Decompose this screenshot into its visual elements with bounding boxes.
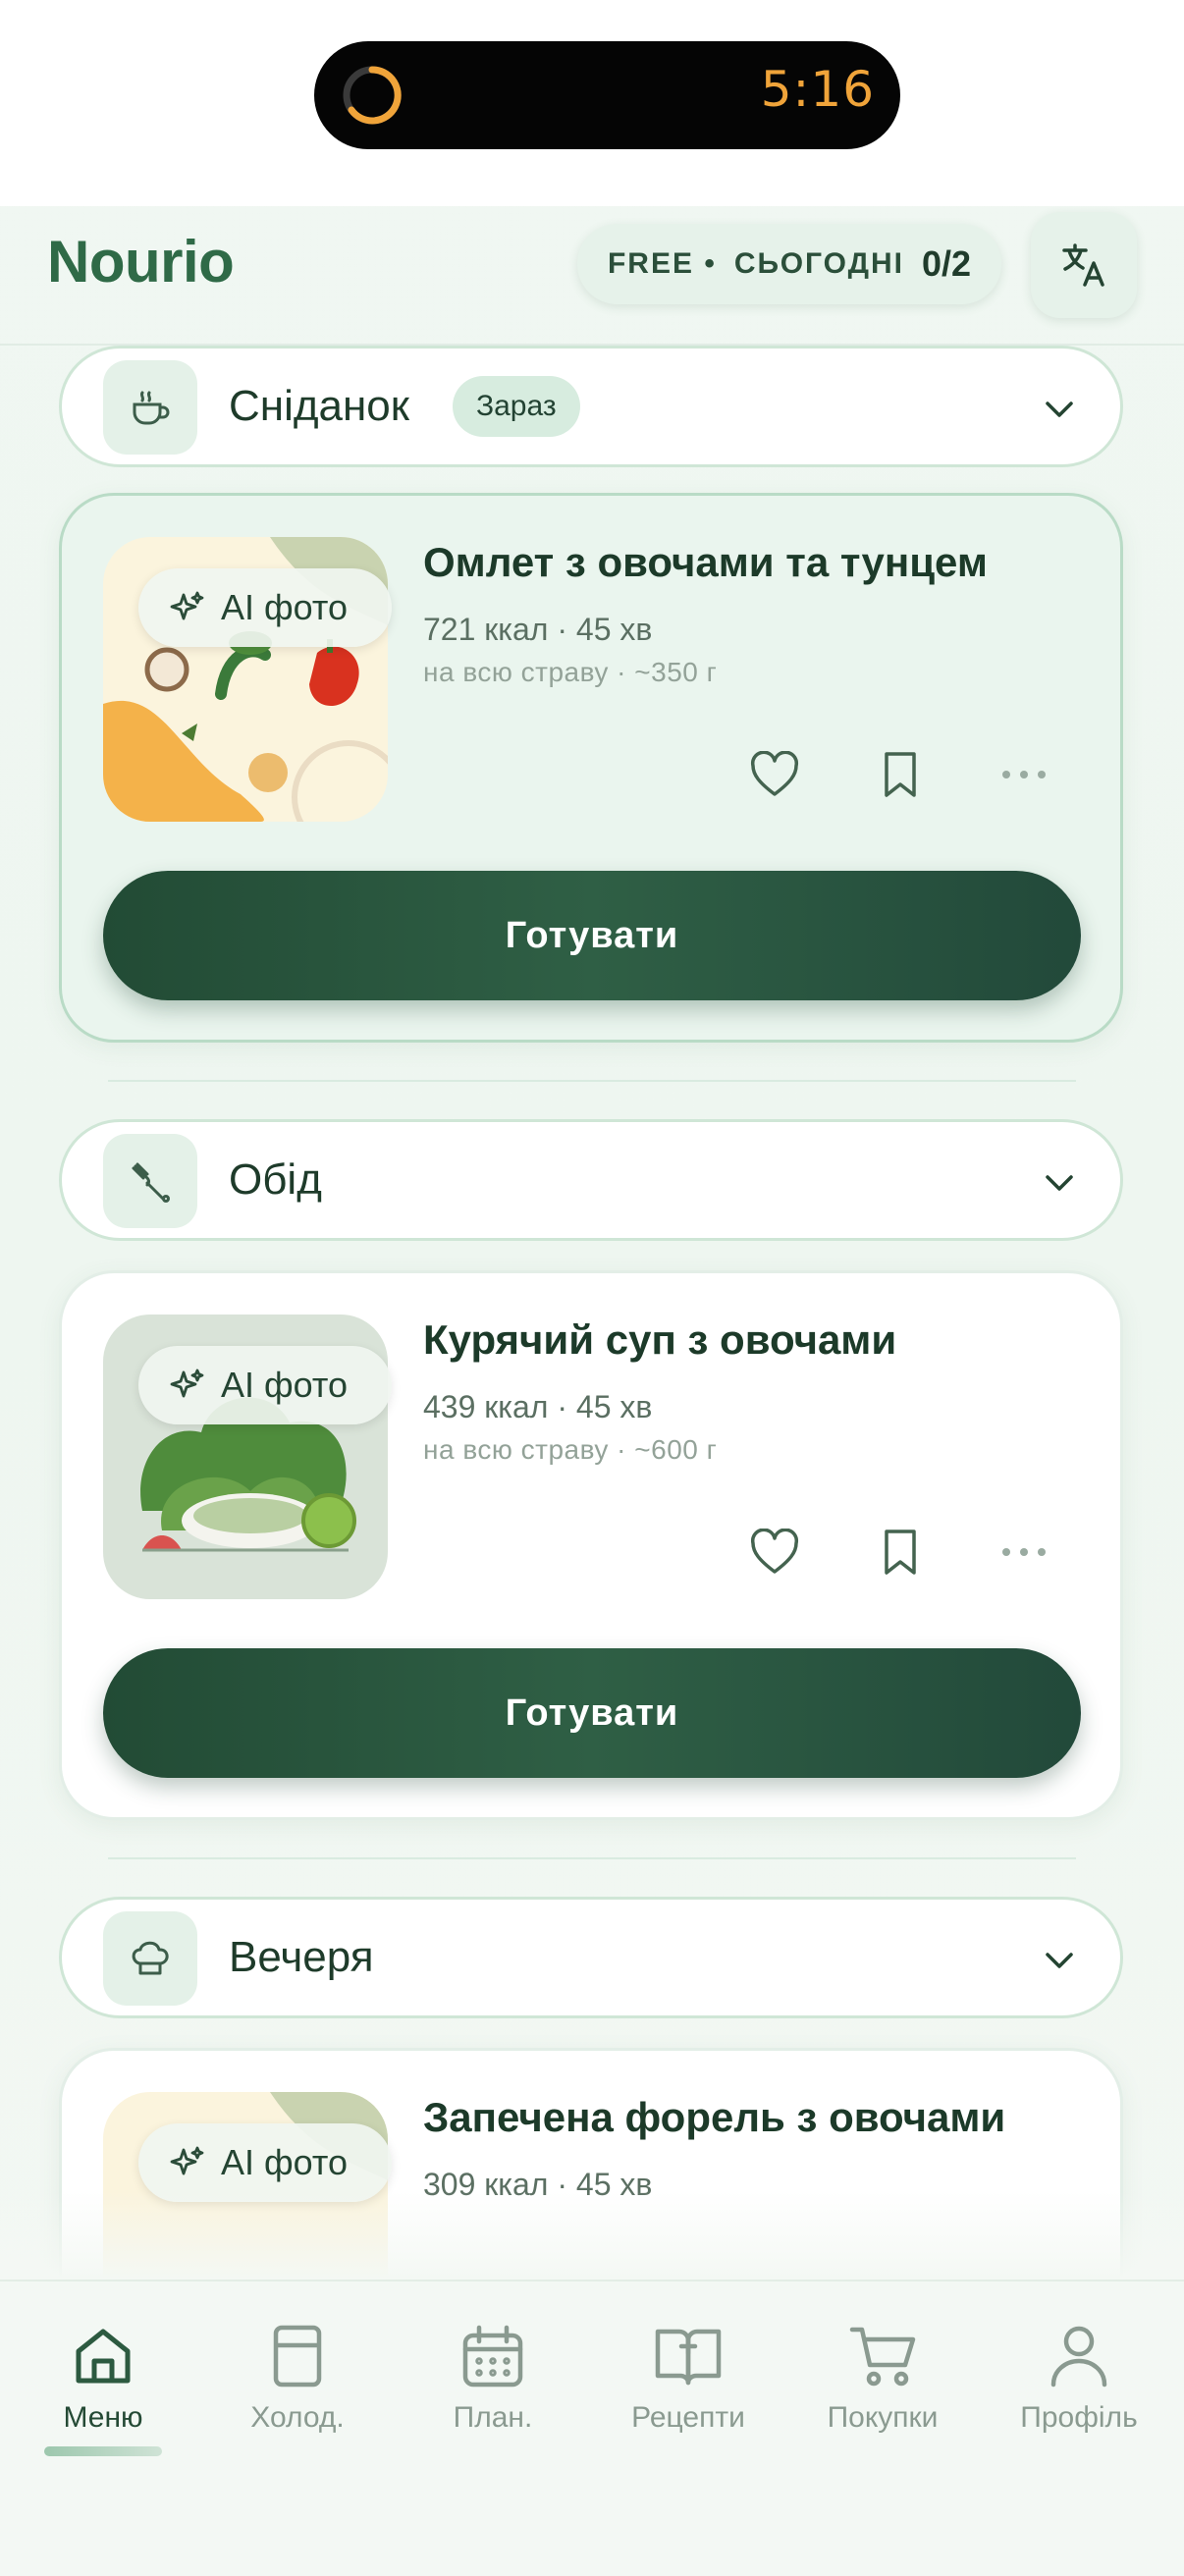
section-divider [108, 1080, 1076, 1082]
recipe-card[interactable]: AI фото Омлет з овочами та тунцем 721 кк… [59, 493, 1123, 1043]
chevron-down-icon [1046, 1175, 1073, 1191]
recipe-meta: 439 ккал · 45 хв [423, 1389, 653, 1424]
now-badge: Зараз [453, 376, 580, 437]
recipe-portion: на всю страву · ~600 г [423, 1434, 718, 1465]
sparkle-icon [170, 2146, 204, 2175]
active-tab-indicator [44, 2446, 162, 2456]
app-logo: Nourio [47, 229, 235, 295]
tab-fridge[interactable]: Холод. [199, 2317, 396, 2435]
more-dots-icon [1002, 1548, 1046, 1556]
sparkle-icon [170, 1368, 204, 1398]
favorite-button[interactable] [743, 1521, 806, 1583]
home-icon [76, 2329, 131, 2384]
heart-icon [750, 1529, 799, 1574]
dynamic-island: 5:16 [314, 41, 900, 149]
calendar-icon [462, 2325, 523, 2388]
utensils-icon [103, 1134, 197, 1228]
meal-header-lunch[interactable]: Обід [59, 1119, 1123, 1241]
translate-icon [1062, 243, 1104, 287]
ai-photo-badge: AI фото [138, 1346, 392, 1424]
status-bar: 5:16 [0, 0, 1184, 206]
ai-photo-badge: AI фото [138, 568, 392, 647]
tab-label: Меню [63, 2401, 143, 2434]
bookmark-icon [885, 752, 916, 797]
bookmark-icon [885, 1530, 916, 1575]
meal-header-breakfast[interactable]: Сніданок Зараз [59, 346, 1123, 467]
plan-usage-chip[interactable]: FREE • СЬОГОДНІ 0/2 [577, 224, 1001, 304]
fridge-icon [273, 2325, 322, 2388]
tab-label: План. [453, 2401, 533, 2434]
more-options-button[interactable] [993, 743, 1055, 806]
cook-button[interactable]: Готувати [103, 1648, 1081, 1778]
favorite-button[interactable] [743, 743, 806, 806]
meal-name: Вечеря [229, 1933, 374, 1981]
meal-name: Сніданок [229, 382, 410, 430]
recipe-title: Запечена форель з овочами [423, 2094, 1006, 2140]
tab-label: Рецепти [631, 2401, 745, 2434]
more-dots-icon [1002, 771, 1046, 778]
today-label: СЬОГОДНІ [733, 247, 904, 280]
recipe-meta: 721 ккал · 45 хв [423, 612, 653, 647]
bookmark-button[interactable] [869, 1521, 932, 1583]
status-time: 5:16 [760, 61, 875, 118]
recipe-portion: на всю страву · ~350 г [423, 657, 718, 687]
recipe-title: Курячий суп з овочами [423, 1316, 897, 1363]
tab-profile[interactable]: Профіль [981, 2317, 1177, 2435]
heart-icon [750, 751, 799, 796]
tab-bar: Меню Холод. План. Рецепти Покупки Профіл… [0, 2280, 1184, 2576]
meal-name: Обід [229, 1155, 322, 1204]
tab-label: Холод. [250, 2401, 345, 2434]
timer-ring-icon [343, 66, 402, 125]
sparkle-icon [170, 591, 204, 620]
tab-label: Профіль [1020, 2401, 1138, 2434]
tab-shopping[interactable]: Покупки [784, 2317, 981, 2435]
recipe-book-icon [655, 2329, 722, 2386]
tab-planner[interactable]: План. [395, 2317, 591, 2435]
ai-photo-badge: AI фото [138, 2123, 392, 2202]
meal-header-dinner[interactable]: Вечеря [59, 1897, 1123, 2018]
translate-button[interactable] [1031, 212, 1137, 318]
tab-menu[interactable]: Меню [5, 2317, 201, 2435]
today-count: 0/2 [921, 243, 971, 284]
scroll-fade [0, 2191, 1184, 2280]
tab-recipes[interactable]: Рецепти [590, 2317, 786, 2435]
recipe-title: Омлет з овочами та тунцем [423, 539, 988, 585]
cook-button[interactable]: Готувати [103, 871, 1081, 1000]
cart-icon [849, 2327, 916, 2387]
chevron-down-icon [1046, 1953, 1073, 1968]
chevron-down-icon [1046, 402, 1073, 417]
bookmark-button[interactable] [869, 743, 932, 806]
section-divider [108, 1857, 1076, 1859]
recipe-card[interactable]: AI фото Курячий суп з овочами 439 ккал ·… [59, 1270, 1123, 1820]
profile-icon [1050, 2326, 1107, 2388]
more-options-button[interactable] [993, 1521, 1055, 1583]
tab-label: Покупки [827, 2401, 939, 2434]
plan-label: FREE • [607, 247, 717, 280]
chef-hat-icon [103, 1911, 197, 2006]
coffee-cup-icon [103, 360, 197, 455]
